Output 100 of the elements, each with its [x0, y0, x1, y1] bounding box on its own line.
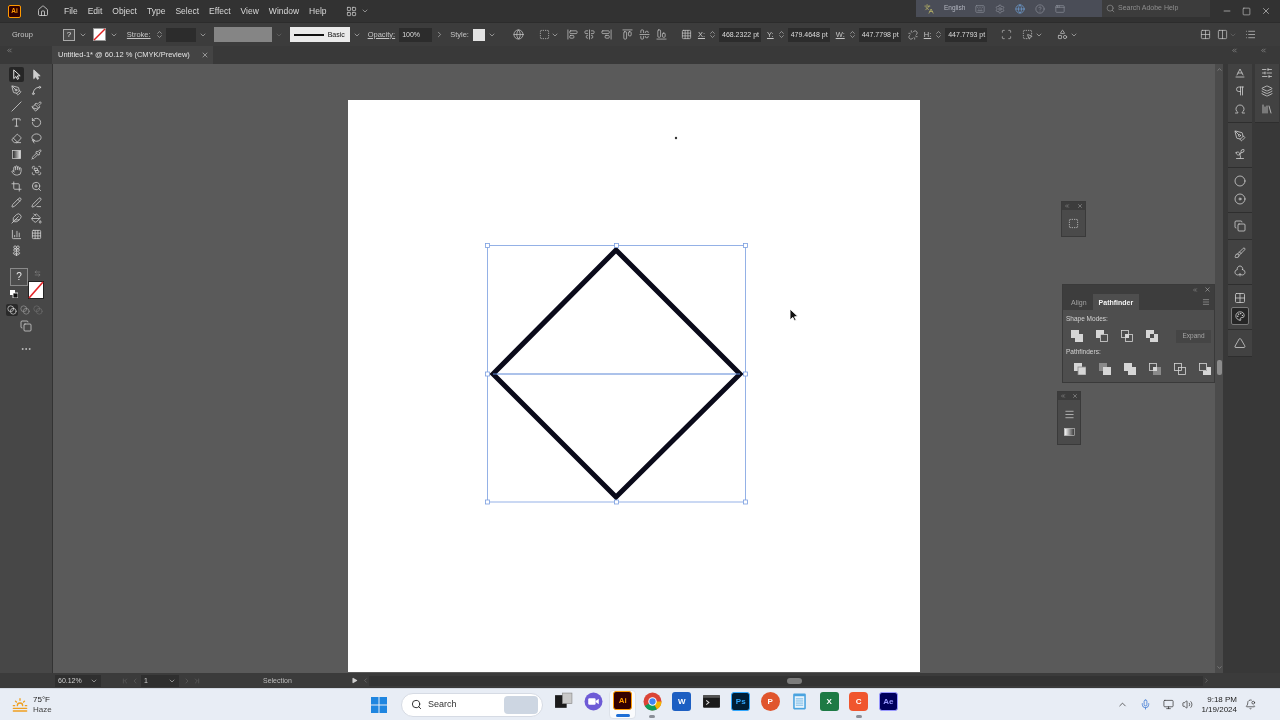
resize-handle[interactable] — [485, 371, 490, 377]
arrow-pointer-icon[interactable] — [8, 66, 24, 82]
overlapping-squares-icon[interactable] — [1231, 217, 1249, 235]
layers-icon[interactable] — [1258, 82, 1276, 100]
resize-handle[interactable] — [743, 243, 748, 248]
taskbar-search-bar[interactable]: Search — [401, 692, 543, 717]
menu-icon[interactable] — [1202, 298, 1210, 306]
align-top-icon[interactable] — [621, 29, 633, 40]
list-icon[interactable] — [1245, 29, 1256, 40]
scrollbar-thumb[interactable] — [1216, 360, 1222, 375]
pencil-icon[interactable] — [8, 194, 24, 210]
stroke-swatch[interactable] — [92, 28, 106, 41]
app-logo[interactable]: Ps — [731, 692, 751, 711]
app-logo[interactable]: Ai — [613, 691, 633, 710]
menu-item[interactable]: Edit — [86, 6, 104, 16]
spinner-icon[interactable] — [847, 30, 857, 39]
fill-swatch[interactable]: ? — [10, 268, 28, 286]
stacked-squares-icon[interactable] — [554, 692, 574, 711]
clock-button[interactable]: 9:18 PM 1/19/2024 — [1201, 695, 1237, 714]
close-icon[interactable] — [1204, 286, 1211, 293]
monitor-icon[interactable] — [1163, 699, 1175, 710]
eyedropper-icon[interactable] — [28, 146, 44, 162]
align-bottom-icon[interactable] — [655, 29, 667, 40]
swap-arrows-icon[interactable] — [34, 270, 41, 277]
align-center-icon[interactable] — [583, 29, 595, 40]
window-icon[interactable] — [1055, 3, 1066, 14]
paintbrush-icon[interactable] — [28, 98, 44, 114]
app-logo[interactable]: Ae — [878, 692, 898, 711]
vertical-scrollbar[interactable] — [1215, 64, 1223, 673]
home-icon[interactable] — [37, 5, 49, 17]
menu-item[interactable]: View — [239, 6, 260, 16]
trimmed-squares-icon[interactable] — [1099, 363, 1111, 375]
circle-icon[interactable] — [1231, 172, 1249, 190]
scrollbar-thumb[interactable] — [786, 677, 802, 684]
close-icon[interactable] — [1077, 203, 1083, 209]
joined-squares-icon[interactable] — [1124, 363, 1136, 375]
merged-squares-icon[interactable] — [1071, 330, 1083, 342]
overlapping-circles-icon[interactable] — [6, 304, 18, 316]
gradient-square-icon[interactable] — [1063, 428, 1075, 436]
start-icon[interactable] — [371, 696, 387, 713]
align-middle-icon[interactable] — [638, 29, 650, 40]
speaker-icon[interactable] — [1182, 699, 1194, 710]
outlined-squares-icon[interactable] — [1174, 363, 1186, 375]
app-logo[interactable]: X — [819, 692, 839, 711]
divided-squares-icon[interactable] — [1074, 363, 1086, 375]
scan-icon[interactable] — [1001, 29, 1013, 40]
spinner-icon[interactable] — [934, 30, 944, 39]
default-colors-icon[interactable] — [10, 290, 18, 298]
menu-item[interactable]: File — [63, 6, 79, 16]
paint-bucket-icon[interactable] — [28, 210, 44, 226]
intersecting-squares-icon[interactable] — [1121, 330, 1133, 342]
columns-icon[interactable] — [1217, 29, 1228, 40]
overlapping-squares-icon[interactable] — [20, 320, 32, 332]
excluded-squares-icon[interactable] — [1146, 330, 1158, 342]
fill-swatch[interactable]: ? — [62, 28, 75, 41]
terminal-icon[interactable] — [701, 692, 721, 711]
lasso-icon[interactable] — [28, 130, 44, 146]
search-input[interactable]: Search — [428, 697, 488, 712]
width-profile-field[interactable] — [213, 27, 272, 42]
tricolor-circle-icon[interactable] — [642, 692, 662, 711]
active-app-highlight[interactable]: Ai — [609, 690, 637, 719]
play-icon[interactable] — [350, 677, 358, 684]
stroke-swatch[interactable] — [28, 281, 44, 299]
disc-icon[interactable] — [1231, 190, 1249, 208]
pen-line-icon[interactable] — [28, 194, 44, 210]
spinner-icon[interactable] — [154, 30, 164, 39]
grid-icon[interactable] — [1200, 29, 1211, 40]
grid-icon[interactable] — [680, 29, 692, 40]
shapes-icon[interactable] — [1057, 29, 1069, 40]
globe-icon[interactable] — [1015, 3, 1026, 14]
app-logo[interactable]: P — [760, 692, 780, 711]
close-icon[interactable] — [1072, 393, 1078, 399]
resize-handle[interactable] — [743, 499, 748, 505]
resize-handle[interactable] — [485, 499, 490, 505]
notification-bell-icon[interactable] — [1245, 699, 1256, 710]
collapse-icon[interactable] — [6, 47, 13, 54]
lines-icon[interactable] — [1063, 409, 1075, 420]
close-icon[interactable] — [201, 51, 209, 59]
horizontal-scrollbar[interactable] — [368, 675, 1203, 686]
spinner-icon[interactable] — [776, 30, 786, 39]
collapse-icon[interactable] — [1231, 47, 1238, 54]
align-right-icon[interactable] — [600, 29, 612, 40]
workspace-layout-icon[interactable] — [345, 5, 357, 17]
spinner-icon[interactable] — [708, 30, 717, 39]
overlapping-circles-icon[interactable] — [19, 304, 31, 316]
menu-item[interactable]: Type — [145, 6, 167, 16]
weather-widget[interactable]: 75°F Haze — [12, 695, 52, 714]
line-icon[interactable] — [8, 98, 24, 114]
resize-handle[interactable] — [485, 243, 490, 248]
microphone-icon[interactable] — [1140, 699, 1152, 710]
menu-item[interactable]: Select — [174, 6, 200, 16]
front-cut-squares-icon[interactable] — [1096, 330, 1108, 342]
app-logo[interactable]: W — [672, 692, 692, 711]
dashed-square-icon[interactable] — [538, 29, 550, 40]
align-left-icon[interactable] — [566, 29, 578, 40]
caret-icon[interactable] — [360, 7, 369, 15]
languages-icon[interactable] — [924, 3, 934, 14]
menu-item[interactable]: Object — [111, 6, 138, 16]
feather-icon[interactable] — [8, 210, 24, 226]
pen-nib-icon[interactable] — [8, 82, 24, 98]
